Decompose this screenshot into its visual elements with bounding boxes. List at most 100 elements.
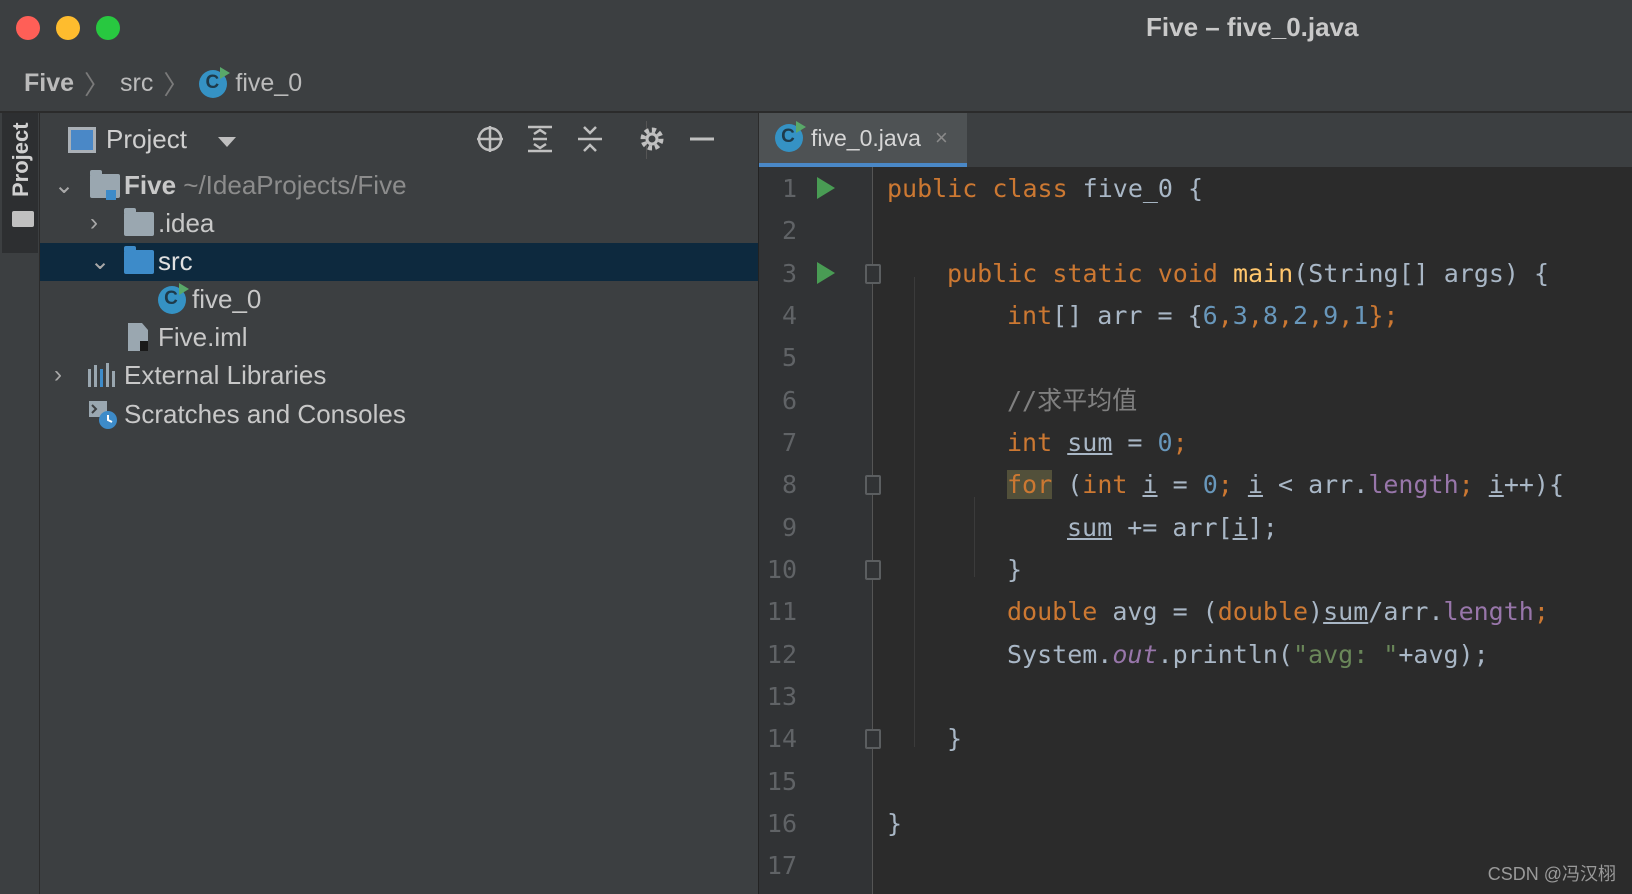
code-text: for (int i = 0; i < arr.length; i++){	[1007, 470, 1565, 499]
tree-item-src[interactable]: ⌄ src	[40, 243, 758, 281]
line-number: 10	[766, 555, 797, 584]
run-icon[interactable]	[817, 262, 835, 284]
tree-item-external-libraries[interactable]: › External Libraries	[40, 357, 758, 395]
fold-icon[interactable]	[865, 729, 881, 749]
code-text: sum += arr[i];	[1067, 513, 1278, 542]
chevron-down-icon[interactable]: ⌄	[54, 171, 74, 200]
watermark: CSDN @冯汉栩	[1487, 864, 1616, 884]
code-line-5: 5	[759, 336, 1632, 380]
code-line-4: 4 int[] arr = {6,3,8,2,9,1};	[759, 294, 1632, 338]
java-class-icon	[199, 67, 231, 99]
gear-icon[interactable]	[636, 123, 668, 155]
tree-item-five-0-label: five_0	[192, 284, 262, 314]
code-text: System.out.println("avg: "+avg);	[1007, 640, 1489, 669]
fold-icon[interactable]	[865, 560, 881, 580]
title-bar: Five – five_0.java	[0, 0, 1632, 56]
line-number: 8	[781, 470, 797, 499]
breadcrumb-file[interactable]: five_0	[199, 67, 303, 99]
code-text: int[] arr = {6,3,8,2,9,1};	[1007, 301, 1399, 330]
scratches-icon	[89, 401, 117, 429]
fold-icon[interactable]	[865, 264, 881, 284]
tab-label: five_0.java	[811, 124, 921, 151]
code-text: int sum = 0;	[1007, 428, 1188, 457]
editor-tab-bar: five_0.java ×	[758, 113, 1632, 167]
line-number: 14	[766, 724, 797, 753]
code-text: public class five_0 {	[887, 174, 1204, 203]
code-line-1: 1 public class five_0 {	[759, 167, 1632, 211]
code-line-11: 11 double avg = (double)sum/arr.length;	[759, 590, 1632, 634]
project-tool-tab[interactable]: Project	[2, 113, 38, 253]
tree-item-idea[interactable]: › .idea	[40, 205, 758, 243]
code-text: }	[1007, 555, 1023, 584]
root-path: ~/IdeaProjects/Five	[183, 170, 407, 200]
source-folder-icon	[124, 246, 154, 274]
code-text: double avg = (double)sum/arr.length;	[1007, 597, 1549, 626]
module-badge-icon	[106, 190, 116, 200]
tree-item-scratches[interactable]: Scratches and Consoles	[40, 396, 758, 434]
code-line-2: 2	[759, 209, 1632, 253]
module-file-icon	[128, 323, 148, 351]
code-line-13: 13	[759, 675, 1632, 719]
code-text: public static void main(String[] args) {	[947, 259, 1550, 288]
window-title: Five – five_0.java	[1146, 12, 1359, 42]
breadcrumb-file-label: five_0	[235, 68, 303, 97]
root-name: Five	[124, 170, 177, 200]
line-number: 5	[781, 343, 797, 372]
fold-icon[interactable]	[865, 475, 881, 495]
tree-item-idea-label: .idea	[158, 208, 215, 238]
code-line-15: 15	[759, 760, 1632, 804]
code-line-12: 12 System.out.println("avg: "+avg);	[759, 633, 1632, 677]
line-number: 17	[766, 851, 797, 880]
tree-item-scratches-label: Scratches and Consoles	[124, 399, 406, 429]
library-icon	[88, 363, 115, 387]
code-text: }	[887, 809, 903, 838]
line-number: 16	[766, 809, 797, 838]
line-number: 9	[781, 513, 797, 542]
project-panel-title[interactable]: Project	[106, 124, 187, 155]
project-panel: Project ⌄ Five ~/IdeaProjects/Five › .id…	[40, 113, 758, 894]
tab-five-0-java[interactable]: five_0.java ×	[759, 113, 967, 167]
tree-item-five-label: Five ~/IdeaProjects/Five	[124, 170, 407, 201]
breadcrumb-project[interactable]: Five	[24, 69, 74, 98]
zoom-window-button[interactable]	[96, 16, 120, 40]
tree-item-five-iml[interactable]: Five.iml	[40, 319, 758, 357]
code-line-7: 7 int sum = 0;	[759, 421, 1632, 465]
folder-icon	[12, 211, 34, 227]
chevron-right-icon[interactable]: ›	[90, 209, 98, 237]
java-class-icon	[158, 283, 189, 314]
run-icon[interactable]	[817, 177, 835, 199]
code-line-9: 9 sum += arr[i];	[759, 506, 1632, 550]
folder-icon	[124, 208, 154, 236]
tree-item-five-iml-label: Five.iml	[158, 322, 248, 352]
expand-all-icon[interactable]	[524, 123, 556, 155]
code-line-8: 8 for (int i = 0; i < arr.length; i++){	[759, 463, 1632, 507]
code-line-16: 16 }	[759, 802, 1632, 846]
chevron-down-icon[interactable]	[218, 137, 236, 147]
close-icon[interactable]: ×	[935, 125, 948, 151]
line-number: 15	[766, 767, 797, 796]
hide-panel-icon[interactable]	[686, 123, 718, 155]
chevron-right-icon[interactable]: ›	[54, 361, 62, 389]
tree-item-src-label: src	[158, 246, 193, 276]
tree-item-five-0[interactable]: five_0	[40, 281, 758, 319]
line-number: 7	[781, 428, 797, 457]
close-window-button[interactable]	[16, 16, 40, 40]
breadcrumb-src[interactable]: src	[120, 69, 153, 98]
minimize-window-button[interactable]	[56, 16, 80, 40]
line-number: 1	[781, 174, 797, 203]
line-number: 11	[766, 597, 797, 626]
locate-file-icon[interactable]	[474, 123, 506, 155]
breadcrumb-separator: 〉	[84, 70, 111, 100]
collapse-all-icon[interactable]	[574, 123, 606, 155]
project-panel-header: Project	[40, 113, 758, 165]
code-editor[interactable]: 1 public class five_0 { 2 3 public stati…	[758, 167, 1632, 894]
code-line-10: 10 }	[759, 548, 1632, 592]
line-number: 12	[766, 640, 797, 669]
tree-item-five[interactable]: ⌄ Five ~/IdeaProjects/Five	[40, 167, 758, 205]
line-number: 3	[781, 259, 797, 288]
code-comment: //求平均值	[1007, 386, 1138, 415]
chevron-down-icon[interactable]: ⌄	[90, 247, 110, 276]
line-number: 4	[781, 301, 797, 330]
left-tool-strip: Project	[0, 113, 40, 894]
project-view-icon	[68, 127, 96, 153]
